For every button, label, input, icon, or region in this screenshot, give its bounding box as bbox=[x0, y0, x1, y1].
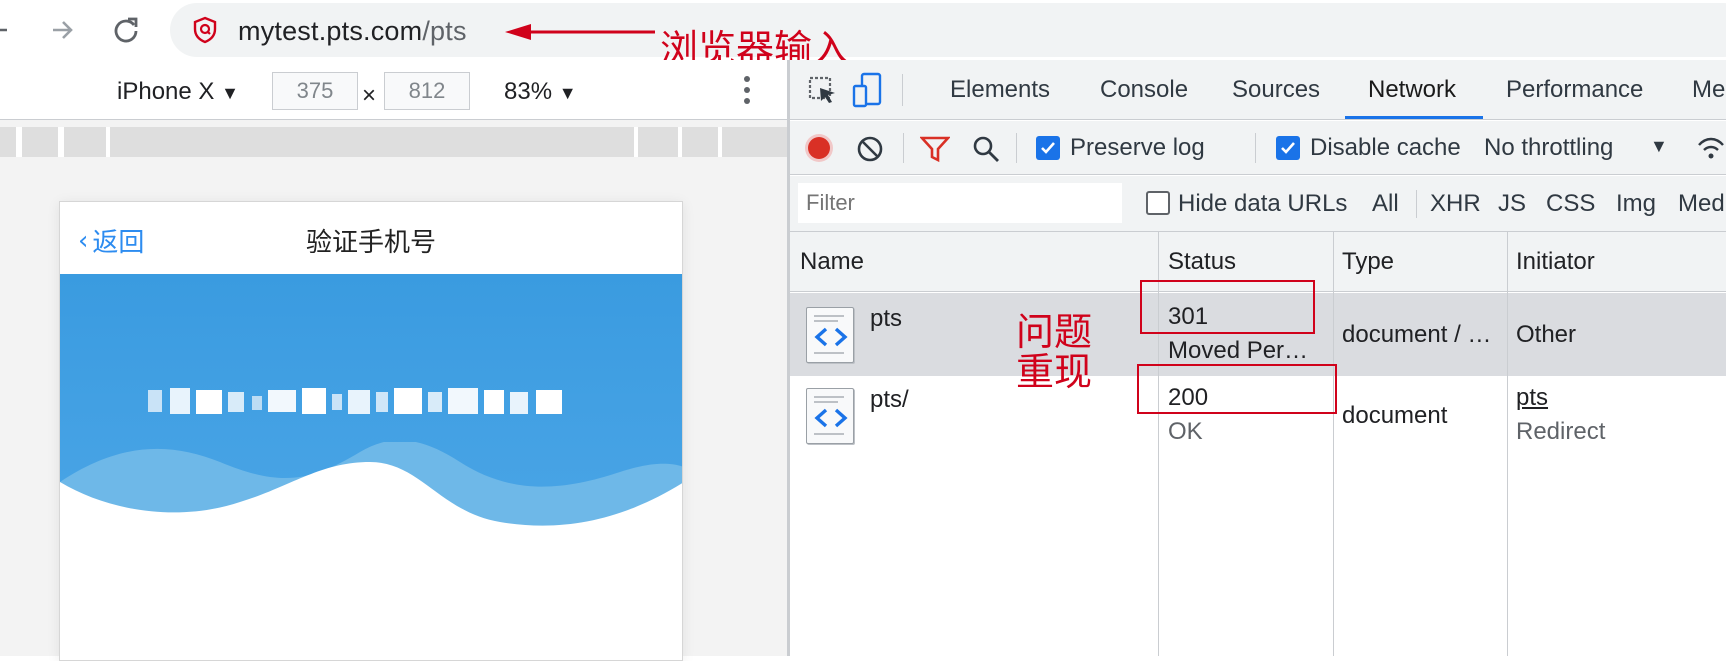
active-tab-indicator bbox=[1345, 116, 1483, 119]
filter-type-css[interactable]: CSS bbox=[1546, 190, 1595, 218]
search-icon[interactable] bbox=[972, 135, 1000, 163]
zoom-value: 83% bbox=[504, 78, 553, 105]
dimension-separator: × bbox=[362, 82, 377, 109]
annotation-line-1: 问题 bbox=[1016, 310, 1093, 354]
url-text: mytest.pts.com/pts bbox=[238, 16, 467, 47]
phone-viewport: ‹ 返回 验证手机号 bbox=[59, 201, 683, 661]
network-toolbar: Preserve log Disable cache No throttling… bbox=[790, 121, 1726, 175]
chevron-down-icon: ▼ bbox=[558, 83, 577, 103]
chevron-down-icon: ▼ bbox=[1650, 136, 1668, 156]
request-name: pts bbox=[870, 305, 903, 332]
width-input[interactable]: 375 bbox=[272, 72, 358, 110]
tab-more[interactable]: Me bbox=[1692, 60, 1725, 120]
device-select[interactable]: iPhone X ▼ bbox=[117, 78, 239, 106]
annotation-line-2: 重现 bbox=[1016, 350, 1093, 394]
phone-banner bbox=[60, 274, 682, 534]
banner-wave bbox=[60, 442, 682, 534]
blurred-banner-text bbox=[148, 388, 562, 414]
height-input[interactable]: 812 bbox=[384, 72, 470, 110]
request-initiator: Other bbox=[1516, 321, 1577, 348]
filter-type-media[interactable]: Medi bbox=[1678, 190, 1726, 218]
document-file-icon bbox=[806, 307, 854, 363]
address-bar[interactable]: mytest.pts.com/pts bbox=[170, 3, 1726, 57]
chevron-down-icon: ▼ bbox=[221, 83, 239, 103]
column-header-name[interactable]: Name bbox=[800, 248, 864, 276]
column-header-type[interactable]: Type bbox=[1342, 248, 1394, 276]
device-name: iPhone X bbox=[117, 78, 215, 105]
security-warning-icon bbox=[193, 16, 217, 44]
reload-button[interactable] bbox=[106, 10, 146, 50]
tab-elements[interactable]: Elements bbox=[950, 60, 1050, 120]
column-header-status[interactable]: Status bbox=[1168, 248, 1236, 276]
clear-icon[interactable] bbox=[856, 135, 884, 163]
request-type: document bbox=[1342, 402, 1448, 429]
request-status-text: Moved Per… bbox=[1168, 337, 1309, 364]
preserve-log-checkbox[interactable] bbox=[1036, 136, 1060, 160]
hide-data-urls-label: Hide data URLs bbox=[1178, 190, 1348, 217]
annotation-arrow bbox=[505, 24, 655, 40]
devtools-tabbar: Elements Console Sources Network Perform… bbox=[790, 60, 1726, 120]
network-filterbar: Hide data URLs All XHR JS CSS Img Medi bbox=[790, 176, 1726, 232]
browser-toolbar: mytest.pts.com/pts 浏览器输入 bbox=[0, 0, 1726, 71]
checkmark-icon bbox=[1041, 142, 1055, 154]
zoom-select[interactable]: 83% ▼ bbox=[504, 78, 577, 106]
record-icon[interactable] bbox=[804, 133, 834, 163]
throttling-select[interactable]: No throttling ▼ bbox=[1484, 134, 1668, 162]
annotation-box-200 bbox=[1137, 364, 1337, 414]
device-toggle-icon[interactable] bbox=[852, 72, 884, 108]
filter-type-all[interactable]: All bbox=[1372, 190, 1399, 218]
request-status-text: OK bbox=[1168, 418, 1203, 445]
filter-input[interactable] bbox=[798, 183, 1122, 223]
filter-type-img[interactable]: Img bbox=[1616, 190, 1656, 218]
request-name: pts/ bbox=[870, 386, 909, 413]
hide-data-urls-checkbox[interactable] bbox=[1146, 191, 1170, 215]
document-file-icon bbox=[806, 388, 854, 444]
device-toolbar: iPhone X ▼ 375 × 812 83% ▼ bbox=[0, 60, 789, 120]
media-query-ruler bbox=[0, 127, 789, 157]
tab-console[interactable]: Console bbox=[1100, 60, 1188, 120]
request-initiator-sub: Redirect bbox=[1516, 418, 1606, 445]
network-conditions-icon[interactable] bbox=[1696, 133, 1726, 163]
phone-page-title: 验证手机号 bbox=[305, 228, 436, 258]
disable-cache-label: Disable cache bbox=[1310, 134, 1461, 161]
tab-sources[interactable]: Sources bbox=[1232, 60, 1320, 120]
tab-performance[interactable]: Performance bbox=[1506, 60, 1643, 120]
request-type: document / … bbox=[1342, 321, 1492, 348]
devtools-panel: Elements Console Sources Network Perform… bbox=[790, 60, 1726, 656]
column-header-initiator[interactable]: Initiator bbox=[1516, 248, 1595, 276]
request-initiator-link[interactable]: pts bbox=[1516, 384, 1548, 412]
annotation-box-301 bbox=[1140, 280, 1315, 334]
arrow-right-icon bbox=[53, 21, 73, 39]
arrow-left-icon bbox=[0, 28, 7, 32]
url-host: mytest.pts.com bbox=[238, 16, 423, 46]
checkmark-icon bbox=[1281, 142, 1295, 154]
back-nav-button[interactable] bbox=[0, 10, 18, 50]
inspect-element-icon[interactable] bbox=[808, 76, 838, 106]
annotation-problem-reproduced: 问题 重现 bbox=[1016, 312, 1092, 392]
filter-type-xhr[interactable]: XHR bbox=[1430, 190, 1481, 218]
device-emulation-pane: iPhone X ▼ 375 × 812 83% ▼ ‹ 返回 验证手机号 bbox=[0, 60, 789, 661]
throttling-value: No throttling bbox=[1484, 134, 1614, 161]
phone-navbar: ‹ 返回 验证手机号 bbox=[60, 202, 682, 274]
tab-network[interactable]: Network bbox=[1368, 60, 1456, 120]
reload-icon bbox=[114, 17, 138, 43]
forward-nav-button[interactable] bbox=[42, 10, 82, 50]
preserve-log-label: Preserve log bbox=[1070, 134, 1205, 161]
more-options-icon[interactable] bbox=[742, 74, 752, 106]
filter-icon[interactable] bbox=[920, 135, 950, 163]
url-path: /pts bbox=[422, 16, 467, 46]
filter-type-js[interactable]: JS bbox=[1498, 190, 1526, 218]
disable-cache-checkbox[interactable] bbox=[1276, 136, 1300, 160]
